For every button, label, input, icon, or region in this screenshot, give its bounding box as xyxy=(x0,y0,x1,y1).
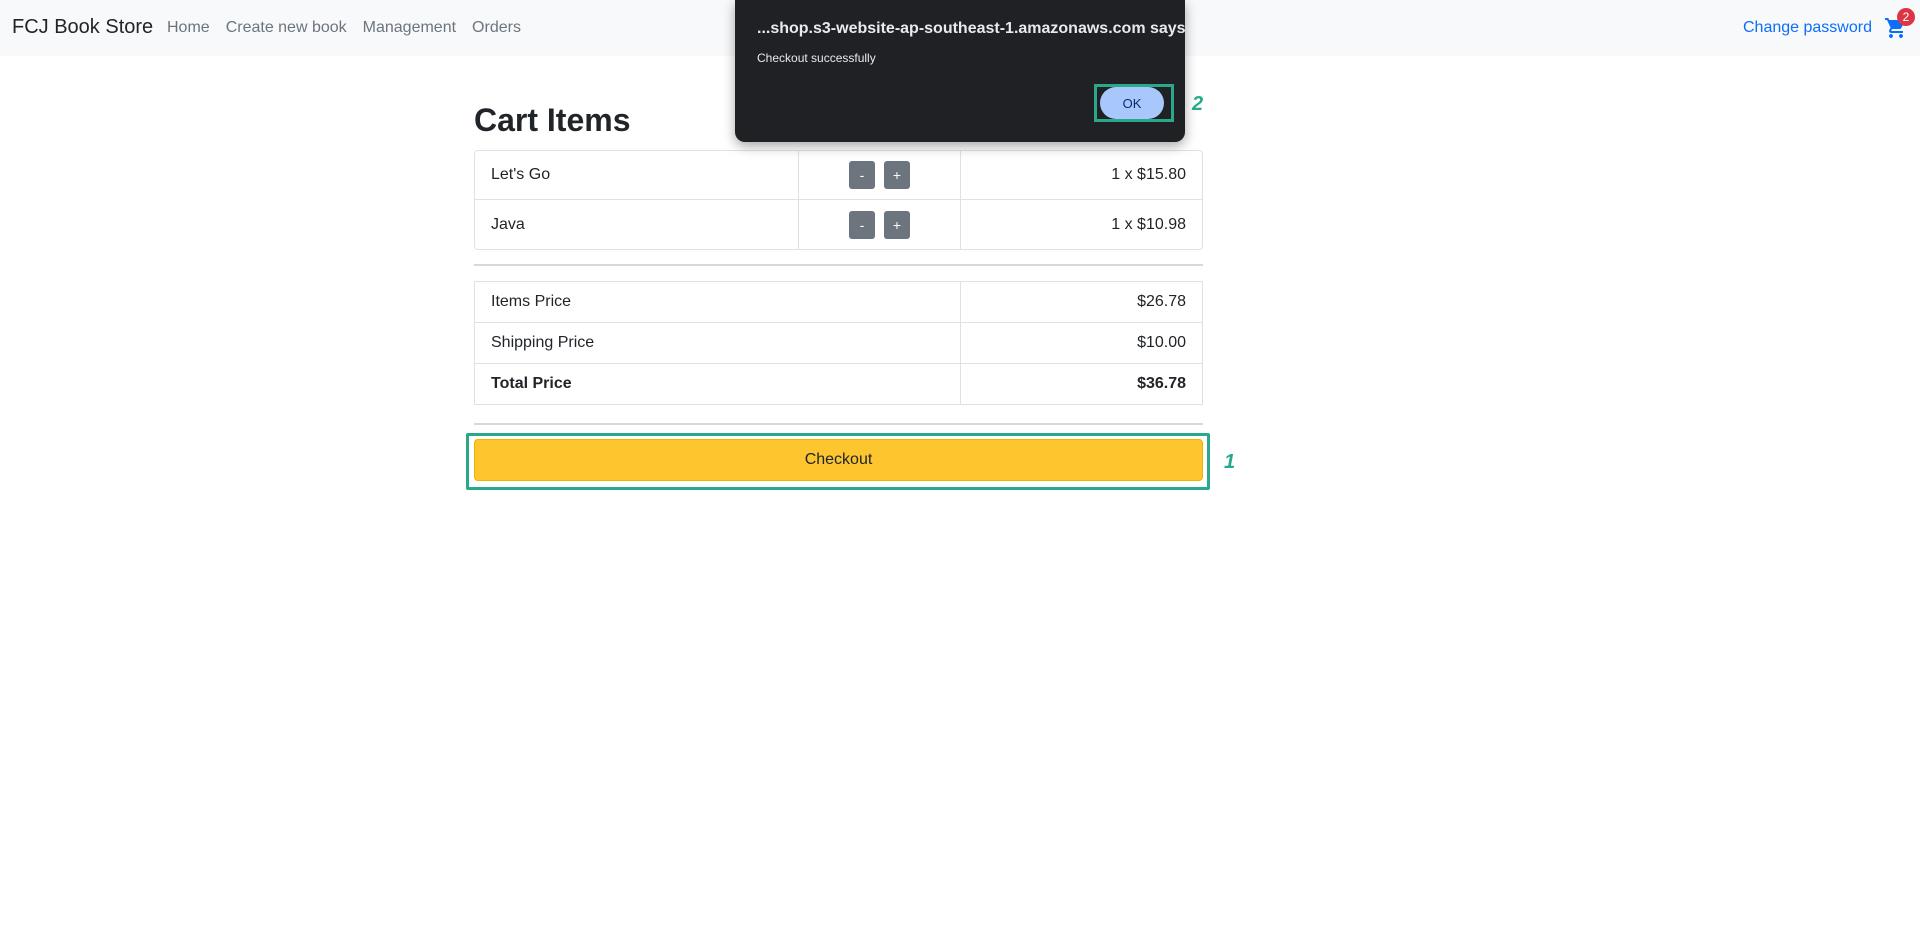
step-marker-1: 1 xyxy=(1224,451,1236,473)
decrease-quantity-button[interactable]: - xyxy=(849,210,875,239)
decrease-quantity-button[interactable]: - xyxy=(849,161,875,189)
step-marker-2: 2 xyxy=(1192,93,1204,115)
cart-item-name: Let's Go xyxy=(475,151,799,199)
items-price-row: Items Price $26.78 xyxy=(474,281,1203,323)
divider xyxy=(474,264,1203,266)
items-price-value: $26.78 xyxy=(1137,293,1186,310)
cart-count-badge: 2 xyxy=(1897,8,1915,26)
cart-item-name: Java xyxy=(475,200,799,249)
shipping-price-value: $10.00 xyxy=(1137,334,1186,351)
nav-orders-link[interactable]: Orders xyxy=(472,19,521,37)
page-title: Cart Items xyxy=(474,102,631,138)
cart-item-price: 1 x $15.80 xyxy=(1111,166,1186,183)
change-password-link[interactable]: Change password xyxy=(1743,19,1872,37)
brand-link[interactable]: FCJ Book Store xyxy=(12,16,153,39)
dialog-title: ...shop.s3-website-ap-southeast-1.amazon… xyxy=(757,20,1186,37)
items-price-label: Items Price xyxy=(475,282,961,322)
price-summary-table: Items Price $26.78 Shipping Price $10.00… xyxy=(474,281,1203,405)
dialog-message: Checkout successfully xyxy=(757,51,876,65)
shipping-price-label: Shipping Price xyxy=(475,323,961,363)
ok-button[interactable]: OK xyxy=(1100,87,1164,119)
nav-management-link[interactable]: Management xyxy=(363,19,456,37)
cart-item-row: Let's Go - + 1 x $15.80 xyxy=(475,151,1202,200)
total-price-row: Total Price $36.78 xyxy=(474,363,1203,405)
shipping-price-row: Shipping Price $10.00 xyxy=(474,322,1203,364)
total-price-value: $36.78 xyxy=(1137,375,1186,392)
total-price-label: Total Price xyxy=(475,364,961,404)
checkout-button[interactable]: Checkout xyxy=(474,439,1203,481)
nav-links: Home Create new book Management Orders xyxy=(167,19,537,37)
increase-quantity-button[interactable]: + xyxy=(884,161,910,189)
cart-item-row: Java - + 1 x $10.98 xyxy=(475,200,1202,249)
quantity-controls: - + xyxy=(799,151,961,199)
nav-create-book-link[interactable]: Create new book xyxy=(226,19,347,37)
cart-item-price: 1 x $10.98 xyxy=(1111,215,1186,233)
nav-home-link[interactable]: Home xyxy=(167,19,210,37)
divider xyxy=(474,423,1203,425)
quantity-controls: - + xyxy=(799,200,961,249)
increase-quantity-button[interactable]: + xyxy=(884,210,910,239)
cart-items-table: Let's Go - + 1 x $15.80 Java - + 1 x $10… xyxy=(474,150,1203,250)
